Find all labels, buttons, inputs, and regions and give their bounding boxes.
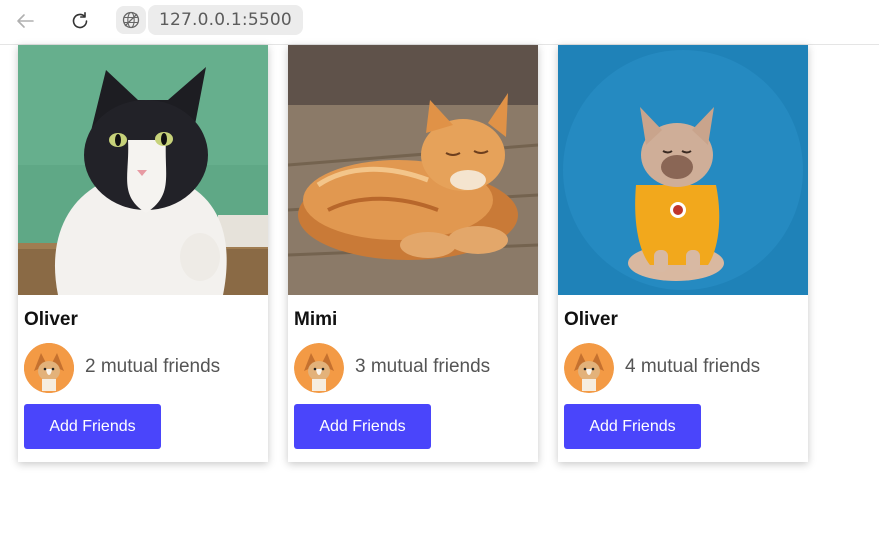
- friend-name: Mimi: [294, 309, 338, 330]
- reload-icon[interactable]: [65, 6, 95, 36]
- add-friends-button[interactable]: Add Friends: [24, 404, 161, 449]
- address-bar[interactable]: 127.0.0.1:5500: [148, 5, 303, 35]
- mutual-friends-count: 4 mutual friends: [625, 356, 761, 377]
- add-friends-button[interactable]: Add Friends: [294, 404, 431, 449]
- friend-name: Oliver: [24, 309, 78, 330]
- avatar: [294, 343, 344, 393]
- add-friends-button[interactable]: Add Friends: [564, 404, 701, 449]
- mutual-friends-count: 3 mutual friends: [355, 356, 491, 377]
- back-arrow-icon[interactable]: [10, 6, 40, 36]
- mutual-friends-count: 2 mutual friends: [85, 356, 221, 377]
- avatar: [24, 343, 74, 393]
- dog-photo: [558, 45, 808, 295]
- cat-photo: [288, 45, 538, 295]
- friend-card: Mimi 3 mutual friends Add Friends: [288, 45, 538, 462]
- friend-name: Oliver: [564, 309, 618, 330]
- url-text: 127.0.0.1:5500: [159, 10, 292, 30]
- cat-photo: [18, 45, 268, 295]
- friend-card: Oliver 4 mutual friends Add Friends: [558, 45, 808, 462]
- globe-icon[interactable]: [116, 6, 146, 34]
- browser-toolbar: 127.0.0.1:5500: [0, 0, 879, 45]
- avatar: [564, 343, 614, 393]
- friend-card: Oliver 2 mutual friends Add Friends: [18, 45, 268, 462]
